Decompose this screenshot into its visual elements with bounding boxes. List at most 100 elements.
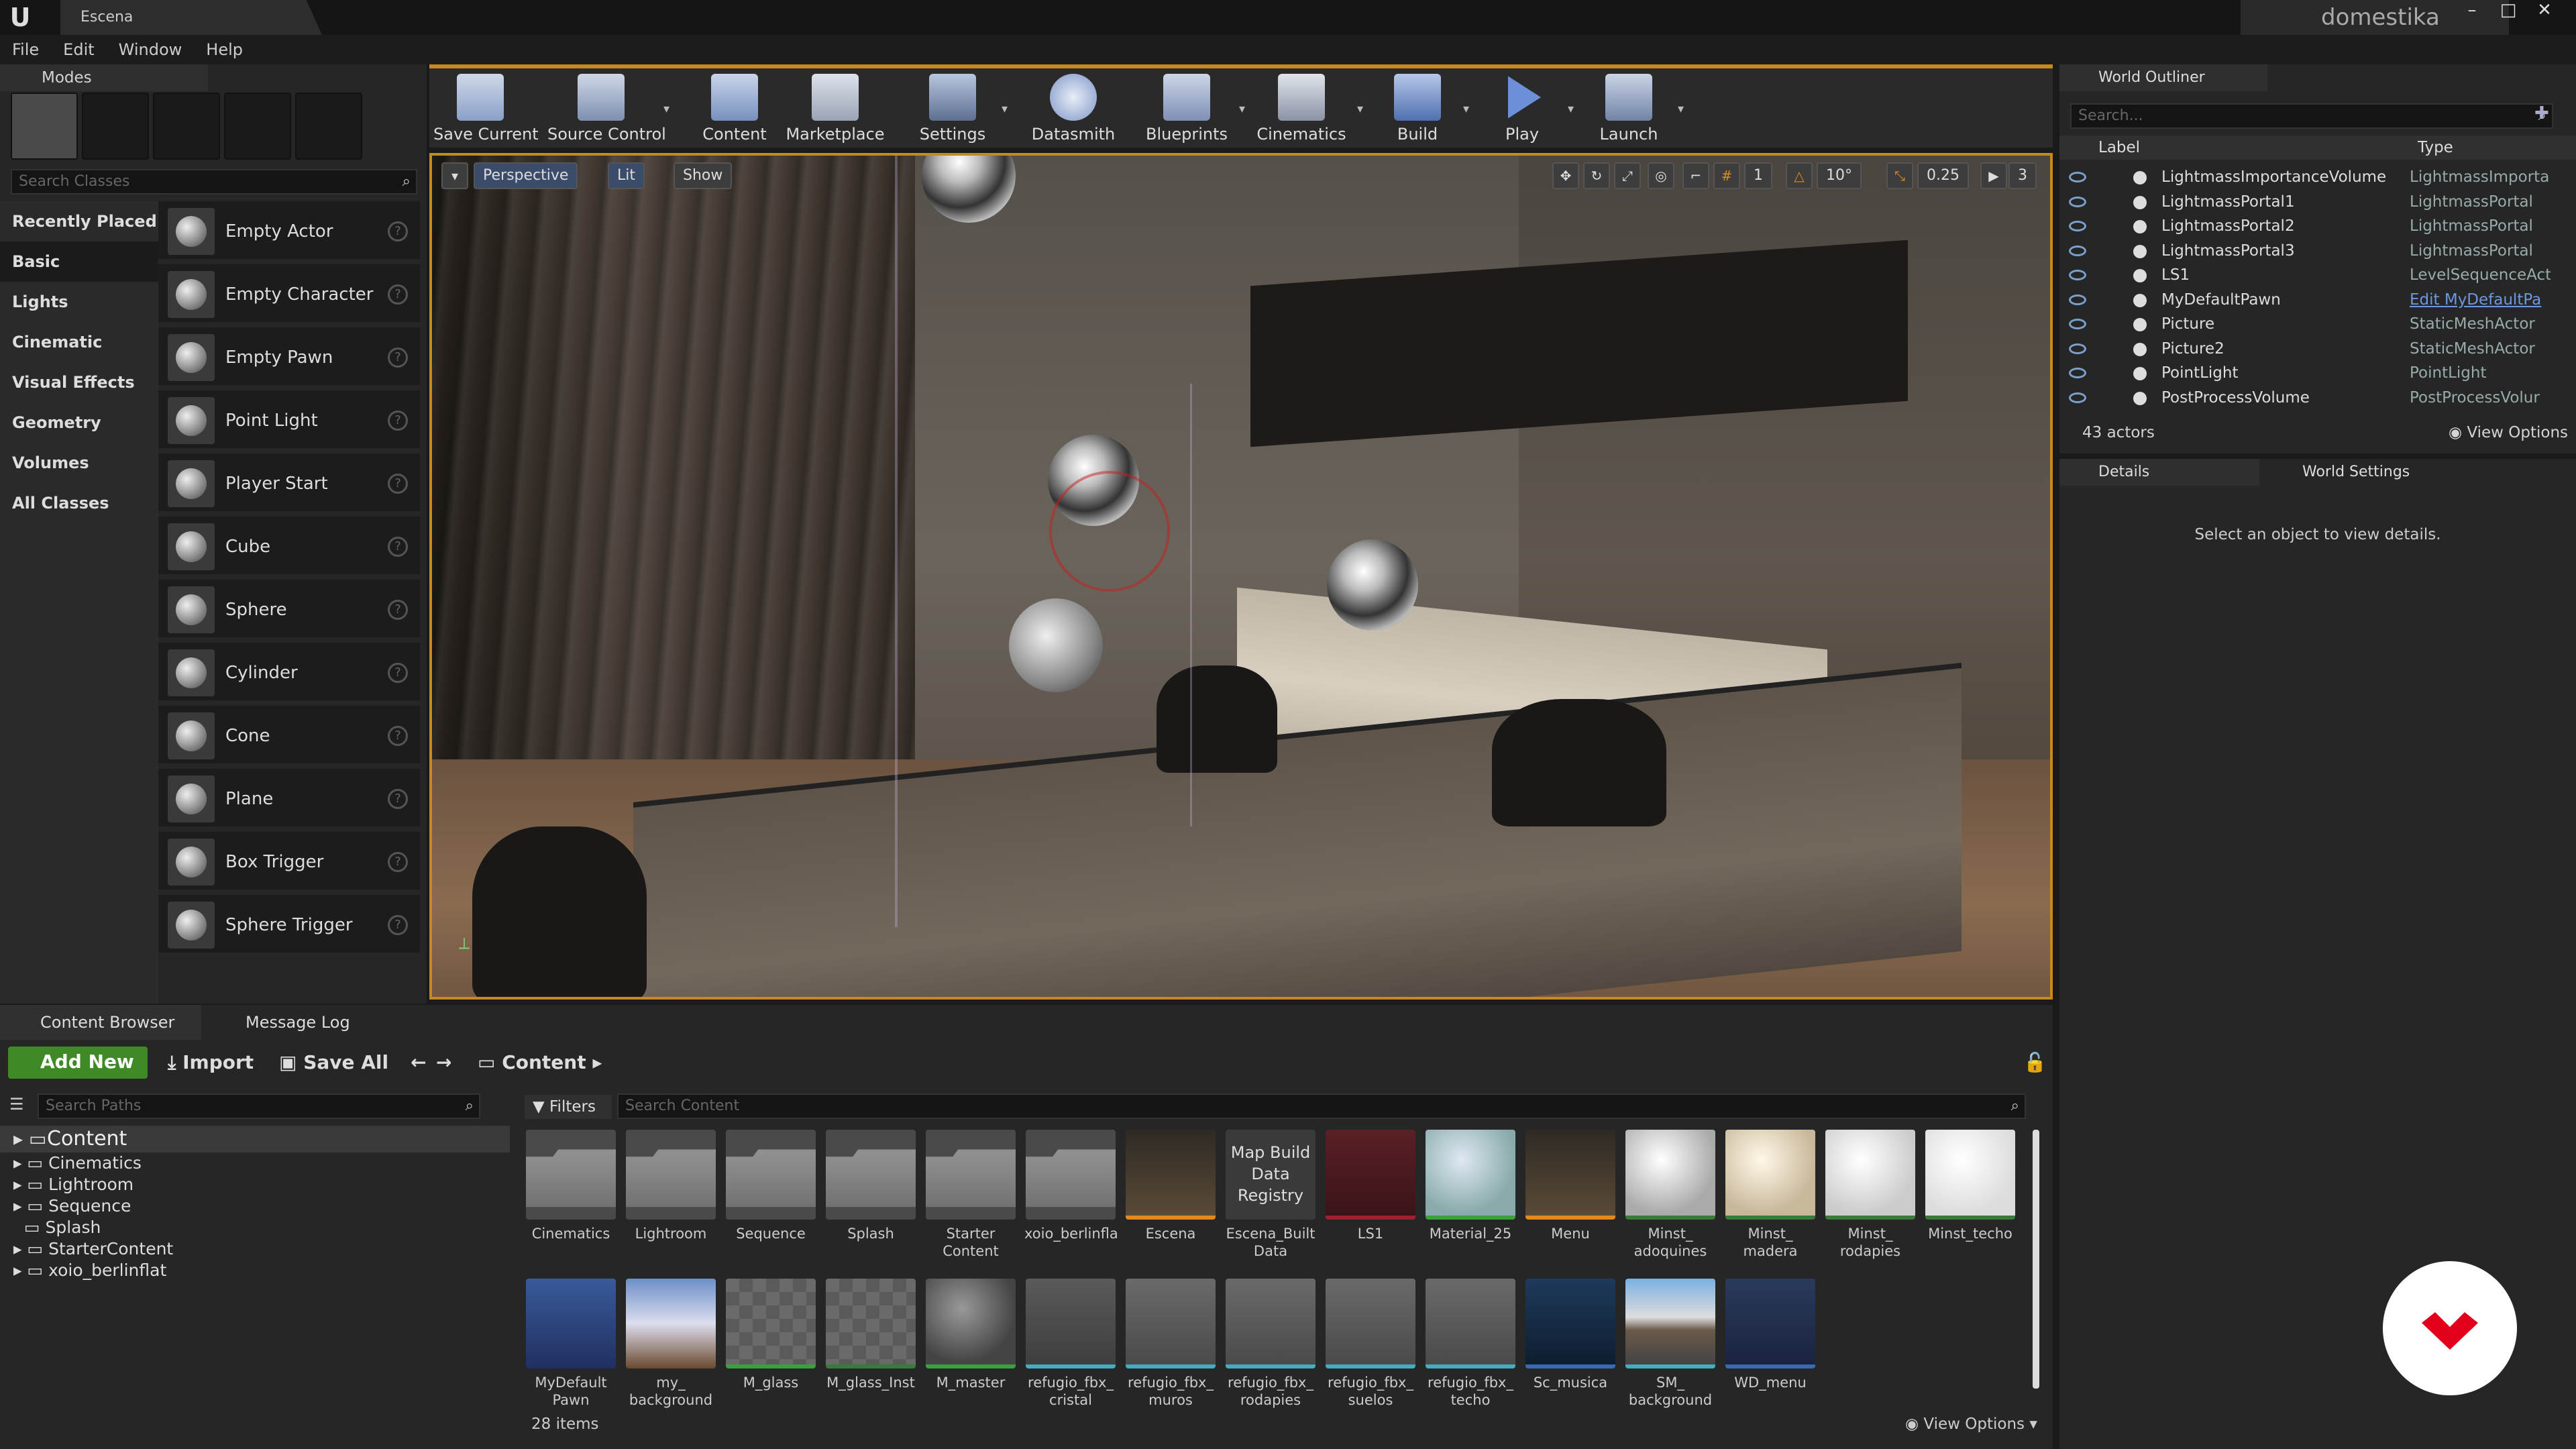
menu-file[interactable]: File: [0, 35, 51, 64]
visibility-eye-icon[interactable]: [2069, 343, 2086, 354]
world-space-icon[interactable]: ◎: [1648, 162, 1674, 189]
help-icon[interactable]: ?: [388, 663, 408, 683]
help-icon[interactable]: ?: [388, 284, 408, 305]
viewport-menu-icon[interactable]: ▾: [441, 162, 468, 189]
back-icon[interactable]: ←: [411, 1046, 426, 1079]
search-paths-input[interactable]: Search Paths ⌕: [38, 1093, 480, 1119]
reflection-capture-icon[interactable]: [1327, 539, 1418, 631]
menu-help[interactable]: Help: [194, 35, 255, 64]
camera-speed-icon[interactable]: ▶: [1980, 162, 2007, 189]
place-item-point-light[interactable]: Point Light?: [158, 390, 420, 451]
asset-static-mesh[interactable]: SM_ background: [1624, 1279, 1717, 1408]
visibility-eye-icon[interactable]: [2069, 172, 2086, 182]
level-viewport[interactable]: ▾ Perspective Lit Show ✥ ↻ ⤢ ◎ ⌐ # 1 △ 1…: [429, 153, 2053, 1000]
unreal-logo-icon[interactable]: U: [5, 3, 35, 32]
outliner-row[interactable]: Picture StaticMeshActor: [2059, 312, 2563, 337]
chevron-down-icon[interactable]: ▾: [1002, 102, 1008, 116]
scale-icon[interactable]: ⤢: [1614, 162, 1641, 189]
asset-material-instance[interactable]: Minst_ madera: [1724, 1130, 1817, 1259]
category-volumes[interactable]: Volumes: [0, 443, 158, 483]
help-icon[interactable]: ?: [388, 852, 408, 872]
paint-mode-icon[interactable]: [82, 93, 149, 160]
chevron-down-icon[interactable]: ▾: [1568, 102, 1574, 116]
path-breadcrumb[interactable]: ▭ Content ▸: [478, 1046, 602, 1079]
help-icon[interactable]: ?: [388, 221, 408, 241]
grid-snap-value[interactable]: 1: [1744, 162, 1772, 189]
chevron-down-icon[interactable]: ▾: [1463, 102, 1469, 116]
filters-button[interactable]: ▼ Filters: [525, 1095, 612, 1119]
world-settings-tab[interactable]: World Settings: [2263, 459, 2465, 486]
forward-icon[interactable]: →: [436, 1046, 451, 1079]
blueprints-button[interactable]: Blueprints ▾: [1143, 72, 1245, 148]
tree-item[interactable]: ▸ ▭ Cinematics: [13, 1152, 142, 1174]
visibility-eye-icon[interactable]: [2069, 221, 2086, 231]
asset-material-instance[interactable]: Minst_techo: [1924, 1130, 2017, 1242]
help-icon[interactable]: ?: [388, 915, 408, 935]
visibility-eye-icon[interactable]: [2069, 319, 2086, 329]
rotate-icon[interactable]: ↻: [1583, 162, 1610, 189]
scale-snap-icon[interactable]: ⤡: [1886, 162, 1913, 189]
save-current-button[interactable]: Save Current: [433, 72, 539, 148]
chevron-down-icon[interactable]: ▾: [663, 102, 669, 116]
outliner-row[interactable]: PostProcessVolume PostProcessVolur: [2059, 386, 2563, 411]
content-view-options-button[interactable]: ◉ View Options ▾: [1905, 1415, 2037, 1433]
close-icon[interactable]: ✕: [2528, 0, 2561, 21]
asset-material-instance[interactable]: Minst_ adoquines: [1624, 1130, 1717, 1259]
translate-icon[interactable]: ✥: [1552, 162, 1579, 189]
asset-static-mesh[interactable]: refugio_fbx_ cristal: [1024, 1279, 1117, 1408]
chevron-down-icon[interactable]: ▾: [1239, 102, 1245, 116]
category-visual-effects[interactable]: Visual Effects: [0, 362, 158, 402]
search-classes-input[interactable]: Search Classes ⌕: [11, 169, 417, 195]
outliner-row[interactable]: MyDefaultPawn Edit MyDefaultPa: [2059, 288, 2563, 313]
camera-speed-value[interactable]: 3: [2008, 162, 2037, 189]
asset-material-instance[interactable]: Minst_ rodapies: [1824, 1130, 1917, 1259]
asset-folder[interactable]: Splash: [824, 1130, 917, 1242]
place-item-plane[interactable]: Plane?: [158, 769, 420, 829]
asset-static-mesh[interactable]: refugio_fbx_ rodapies: [1224, 1279, 1317, 1408]
place-item-empty-pawn[interactable]: Empty Pawn?: [158, 327, 420, 388]
place-item-cube[interactable]: Cube?: [158, 517, 420, 577]
launch-button[interactable]: Launch ▾: [1589, 72, 1684, 148]
asset-material[interactable]: M_glass: [724, 1279, 817, 1391]
outliner-search-input[interactable]: Search... ⌕: [2070, 103, 2553, 129]
minimize-icon[interactable]: –: [2455, 0, 2489, 21]
place-item-player-start[interactable]: Player Start?: [158, 453, 420, 514]
chevron-down-icon[interactable]: ▾: [1357, 102, 1363, 116]
content-scrollbar[interactable]: [2033, 1130, 2039, 1389]
asset-folder[interactable]: Lightroom: [625, 1130, 717, 1242]
place-item-sphere[interactable]: Sphere?: [158, 580, 420, 640]
level-tab[interactable]: Escena: [60, 0, 322, 35]
content-button[interactable]: Content: [698, 72, 771, 148]
help-icon[interactable]: ?: [388, 347, 408, 368]
asset-material[interactable]: Material_25: [1424, 1130, 1517, 1242]
rotation-snap-icon[interactable]: △: [1786, 162, 1813, 189]
geometry-mode-icon[interactable]: [295, 93, 362, 160]
scale-snap-value[interactable]: 0.25: [1917, 162, 1969, 189]
lit-button[interactable]: Lit: [608, 162, 645, 189]
tree-item[interactable]: ▸ ▭ StarterContent: [13, 1238, 173, 1260]
asset-widget[interactable]: WD_menu: [1724, 1279, 1817, 1391]
search-content-input[interactable]: Search Content ⌕: [617, 1093, 2026, 1119]
menu-edit[interactable]: Edit: [51, 35, 106, 64]
help-icon[interactable]: ?: [388, 726, 408, 746]
details-tab[interactable]: Details: [2059, 459, 2259, 486]
place-mode-icon[interactable]: [11, 93, 78, 160]
visibility-eye-icon[interactable]: [2069, 392, 2086, 403]
asset-folder[interactable]: Starter Content: [924, 1130, 1017, 1259]
asset-static-mesh[interactable]: refugio_fbx_ techo: [1424, 1279, 1517, 1408]
category-geometry[interactable]: Geometry: [0, 402, 158, 443]
col-type-header[interactable]: Type: [2418, 136, 2453, 160]
play-button[interactable]: Play ▾: [1485, 72, 1574, 148]
category-cinematic[interactable]: Cinematic: [0, 322, 158, 362]
visibility-eye-icon[interactable]: [2069, 294, 2086, 305]
content-browser-tab[interactable]: Content Browser: [0, 1005, 201, 1040]
world-outliner-tab[interactable]: World Outliner: [2059, 64, 2267, 91]
import-button[interactable]: ⤓ Import: [168, 1046, 254, 1079]
edit-blueprint-link[interactable]: Edit MyDefaultPa: [2410, 288, 2551, 312]
asset-blueprint[interactable]: MyDefault Pawn: [525, 1279, 617, 1408]
help-icon[interactable]: ?: [388, 600, 408, 620]
rotation-snap-value[interactable]: 10°: [1817, 162, 1862, 189]
place-item-empty-actor[interactable]: Empty Actor?: [158, 201, 420, 262]
visibility-eye-icon[interactable]: [2069, 196, 2086, 207]
asset-folder[interactable]: Sequence: [724, 1130, 817, 1242]
